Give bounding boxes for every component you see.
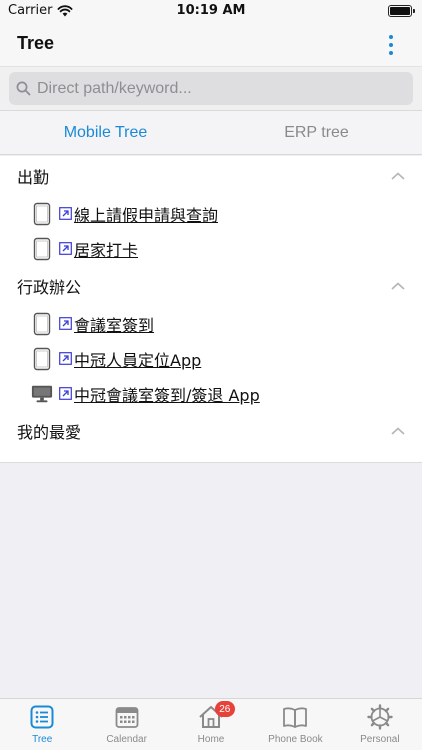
item-label[interactable]: 會議室簽到 <box>74 312 154 336</box>
tab-phone-book[interactable]: Phone Book <box>253 699 337 750</box>
status-bar: Carrier 10:19 AM <box>0 0 422 22</box>
tab-label: Home <box>197 734 225 745</box>
list-item[interactable]: 中冠會議室簽到/簽退 App <box>0 376 422 411</box>
item-label[interactable]: 線上請假申請與查詢 <box>74 202 218 226</box>
tab-personal[interactable]: Personal <box>338 699 422 750</box>
bottom-tab-bar: Tree Calendar 26 Home Phone Book Persona… <box>0 698 422 750</box>
desktop-icon <box>31 381 53 407</box>
shortcut-link-icon <box>59 317 72 330</box>
tree-list: 出勤 線上請假申請與查詢 居家打卡 行政辦公 會議室簽到 中冠人員定位App 中… <box>0 156 422 463</box>
list-icon <box>28 704 56 730</box>
shortcut-link-icon <box>59 207 72 220</box>
chevron-up-icon[interactable] <box>391 172 405 180</box>
shortcut-link-icon <box>59 387 72 400</box>
more-vertical-icon[interactable] <box>380 30 402 60</box>
section-favorites[interactable]: 我的最愛 <box>0 411 422 451</box>
tablet-icon <box>31 236 53 262</box>
chevron-up-icon[interactable] <box>391 427 405 435</box>
chevron-up-icon[interactable] <box>391 282 405 290</box>
section-administration[interactable]: 行政辦公 <box>0 266 422 306</box>
tab-erp-tree[interactable]: ERP tree <box>211 111 422 154</box>
shortcut-link-icon <box>59 352 72 365</box>
app-header: Tree <box>0 22 422 66</box>
notification-badge: 26 <box>214 701 235 717</box>
tab-label: Tree <box>32 734 53 745</box>
item-label[interactable]: 中冠會議室簽到/簽退 App <box>74 382 260 406</box>
tab-label: Phone Book <box>268 734 323 745</box>
tablet-icon <box>31 346 53 372</box>
tablet-icon <box>31 311 53 337</box>
search-icon <box>9 72 37 105</box>
search-box[interactable] <box>9 72 413 105</box>
status-time: 10:19 AM <box>176 3 246 18</box>
page-title: Tree <box>17 33 55 53</box>
item-label[interactable]: 中冠人員定位App <box>74 347 201 371</box>
search-bar <box>0 66 422 111</box>
tree-tabs: Mobile Tree ERP tree <box>0 111 422 155</box>
section-title: 行政辦公 <box>17 278 82 297</box>
battery-fill <box>390 7 410 15</box>
tab-tree[interactable]: Tree <box>0 699 84 750</box>
tab-label: Calendar <box>106 734 147 745</box>
tab-home[interactable]: 26 Home <box>169 699 253 750</box>
tablet-icon <box>31 201 53 227</box>
list-item[interactable]: 線上請假申請與查詢 <box>0 196 422 231</box>
calendar-icon <box>113 704 141 730</box>
list-item[interactable]: 會議室簽到 <box>0 306 422 341</box>
search-input[interactable] <box>37 79 413 98</box>
tab-mobile-tree[interactable]: Mobile Tree <box>0 111 211 154</box>
section-title: 我的最愛 <box>17 423 82 442</box>
tab-label: Personal <box>360 734 400 745</box>
item-label[interactable]: 居家打卡 <box>74 237 138 261</box>
list-item[interactable]: 中冠人員定位App <box>0 341 422 376</box>
gear-icon <box>366 704 394 730</box>
tab-calendar[interactable]: Calendar <box>84 699 168 750</box>
section-title: 出勤 <box>17 168 50 187</box>
battery-icon <box>388 5 415 17</box>
shortcut-link-icon <box>59 242 72 255</box>
book-icon <box>281 704 309 730</box>
section-attendance[interactable]: 出勤 <box>0 156 422 196</box>
list-item[interactable]: 居家打卡 <box>0 231 422 266</box>
